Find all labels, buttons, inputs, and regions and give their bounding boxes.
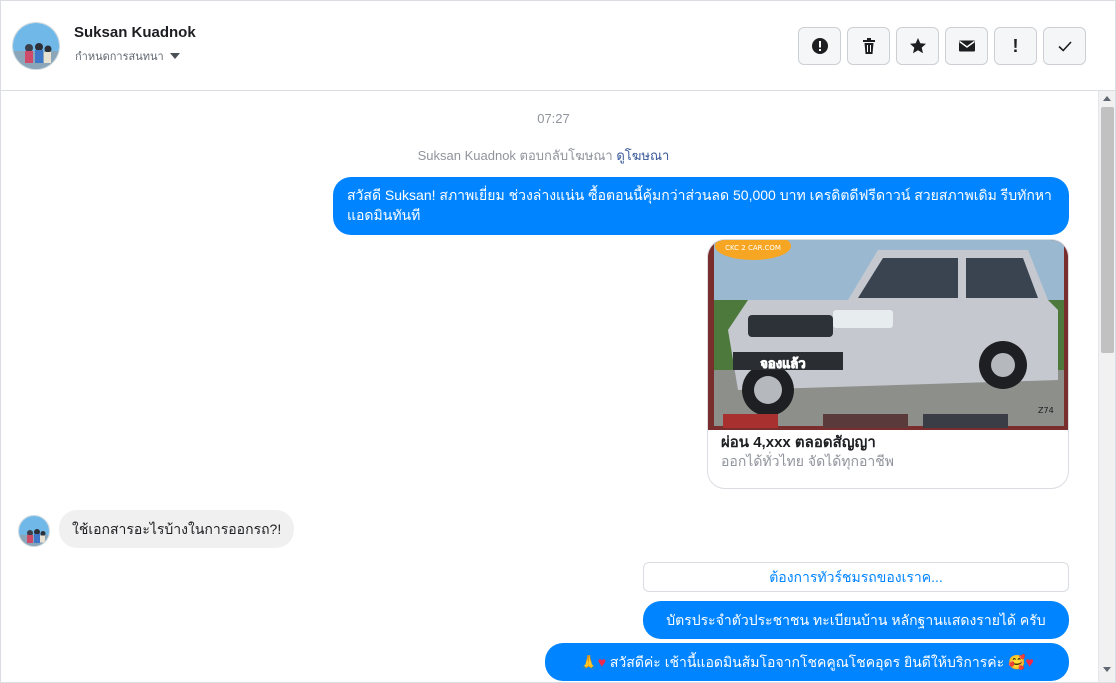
scroll-thumb[interactable] [1101,107,1114,353]
delete-button[interactable] [847,27,890,65]
message-text: สวัสดีค่ะ เช้านี้แอดมินส้มโอจากโชคคูณโชค… [606,654,1026,670]
contact-avatar[interactable] [12,22,60,70]
thread-scrollbar[interactable] [1098,91,1115,682]
quick-reply-button[interactable]: ต้องการทัวร์ชมรถของเราค... [643,562,1069,592]
message-timestamp: 07:27 [537,111,570,126]
image-sticker: จองแล้ว [760,356,805,372]
trash-icon [862,38,875,54]
exclamation-icon: ! [1012,35,1019,56]
customer-avatar[interactable] [18,515,50,547]
mark-done-button[interactable] [1043,27,1086,65]
scroll-up-icon[interactable] [1103,96,1111,101]
caret-down-icon [169,53,180,59]
scroll-down-icon[interactable] [1103,667,1111,672]
contact-name[interactable]: Suksan Kuadnok [74,24,196,41]
ad-reply-text: Suksan Kuadnok ตอบกลับโฆษณา [417,148,613,163]
heart-emoji: ♥ [1025,654,1034,670]
image-badge: CKC 2 CAR.COM [725,244,781,252]
ad-card[interactable]: CKC 2 CAR.COM จองแล้ว Z74 ผ่อน 4,xxx ตลอ… [707,239,1069,489]
star-button[interactable] [896,27,939,65]
outgoing-message: 🙏♥ สวัสดีค่ะ เช้านี้แอดมินส้มโอจากโชคคูณ… [545,643,1069,681]
alert-circle-icon [811,38,828,54]
view-ad-link[interactable]: ดูโฆษณา [616,148,669,163]
car-photo: CKC 2 CAR.COM จองแล้ว Z74 [708,240,1068,430]
follow-up-button[interactable]: ! [994,27,1037,65]
conversation-toolbar: ! [798,27,1086,65]
card-subtitle: ออกได้ทั่วไทย จัดได้ทุกอาชีพ [721,453,895,469]
assign-label: กำหนดการสนทนา [75,50,164,63]
outgoing-message: สวัสดี Suksan! สภาพเยี่ยม ช่วงล่างแน่น ซ… [333,177,1069,235]
heart-emoji: ♥ [597,654,606,670]
conversation-header: Suksan Kuadnok กำหนดการสนทนา ! [1,1,1115,91]
outgoing-message: บัตรประจำตัวประชาชน ทะเบียนบ้าน หลักฐานแ… [643,601,1069,639]
envelope-icon [958,40,975,52]
image-code: Z74 [1038,406,1054,415]
incoming-message: ใช้เอกสารอะไรบ้างในการออกรถ?! [59,510,295,548]
pray-emoji: 🙏 [580,654,598,670]
message-window: Suksan Kuadnok กำหนดการสนทนา ! 07:27 Suk… [0,0,1116,683]
assign-conversation-dropdown[interactable]: กำหนดการสนทนา [75,47,180,65]
mark-unread-button[interactable] [945,27,988,65]
message-thread: 07:27 Suksan Kuadnok ตอบกลับโฆษณา ดูโฆษณ… [1,91,1099,682]
star-icon [909,38,926,54]
mark-spam-button[interactable] [798,27,841,65]
check-icon [1057,41,1072,52]
ad-reply-note: Suksan Kuadnok ตอบกลับโฆษณา ดูโฆษณา [1,145,1086,166]
